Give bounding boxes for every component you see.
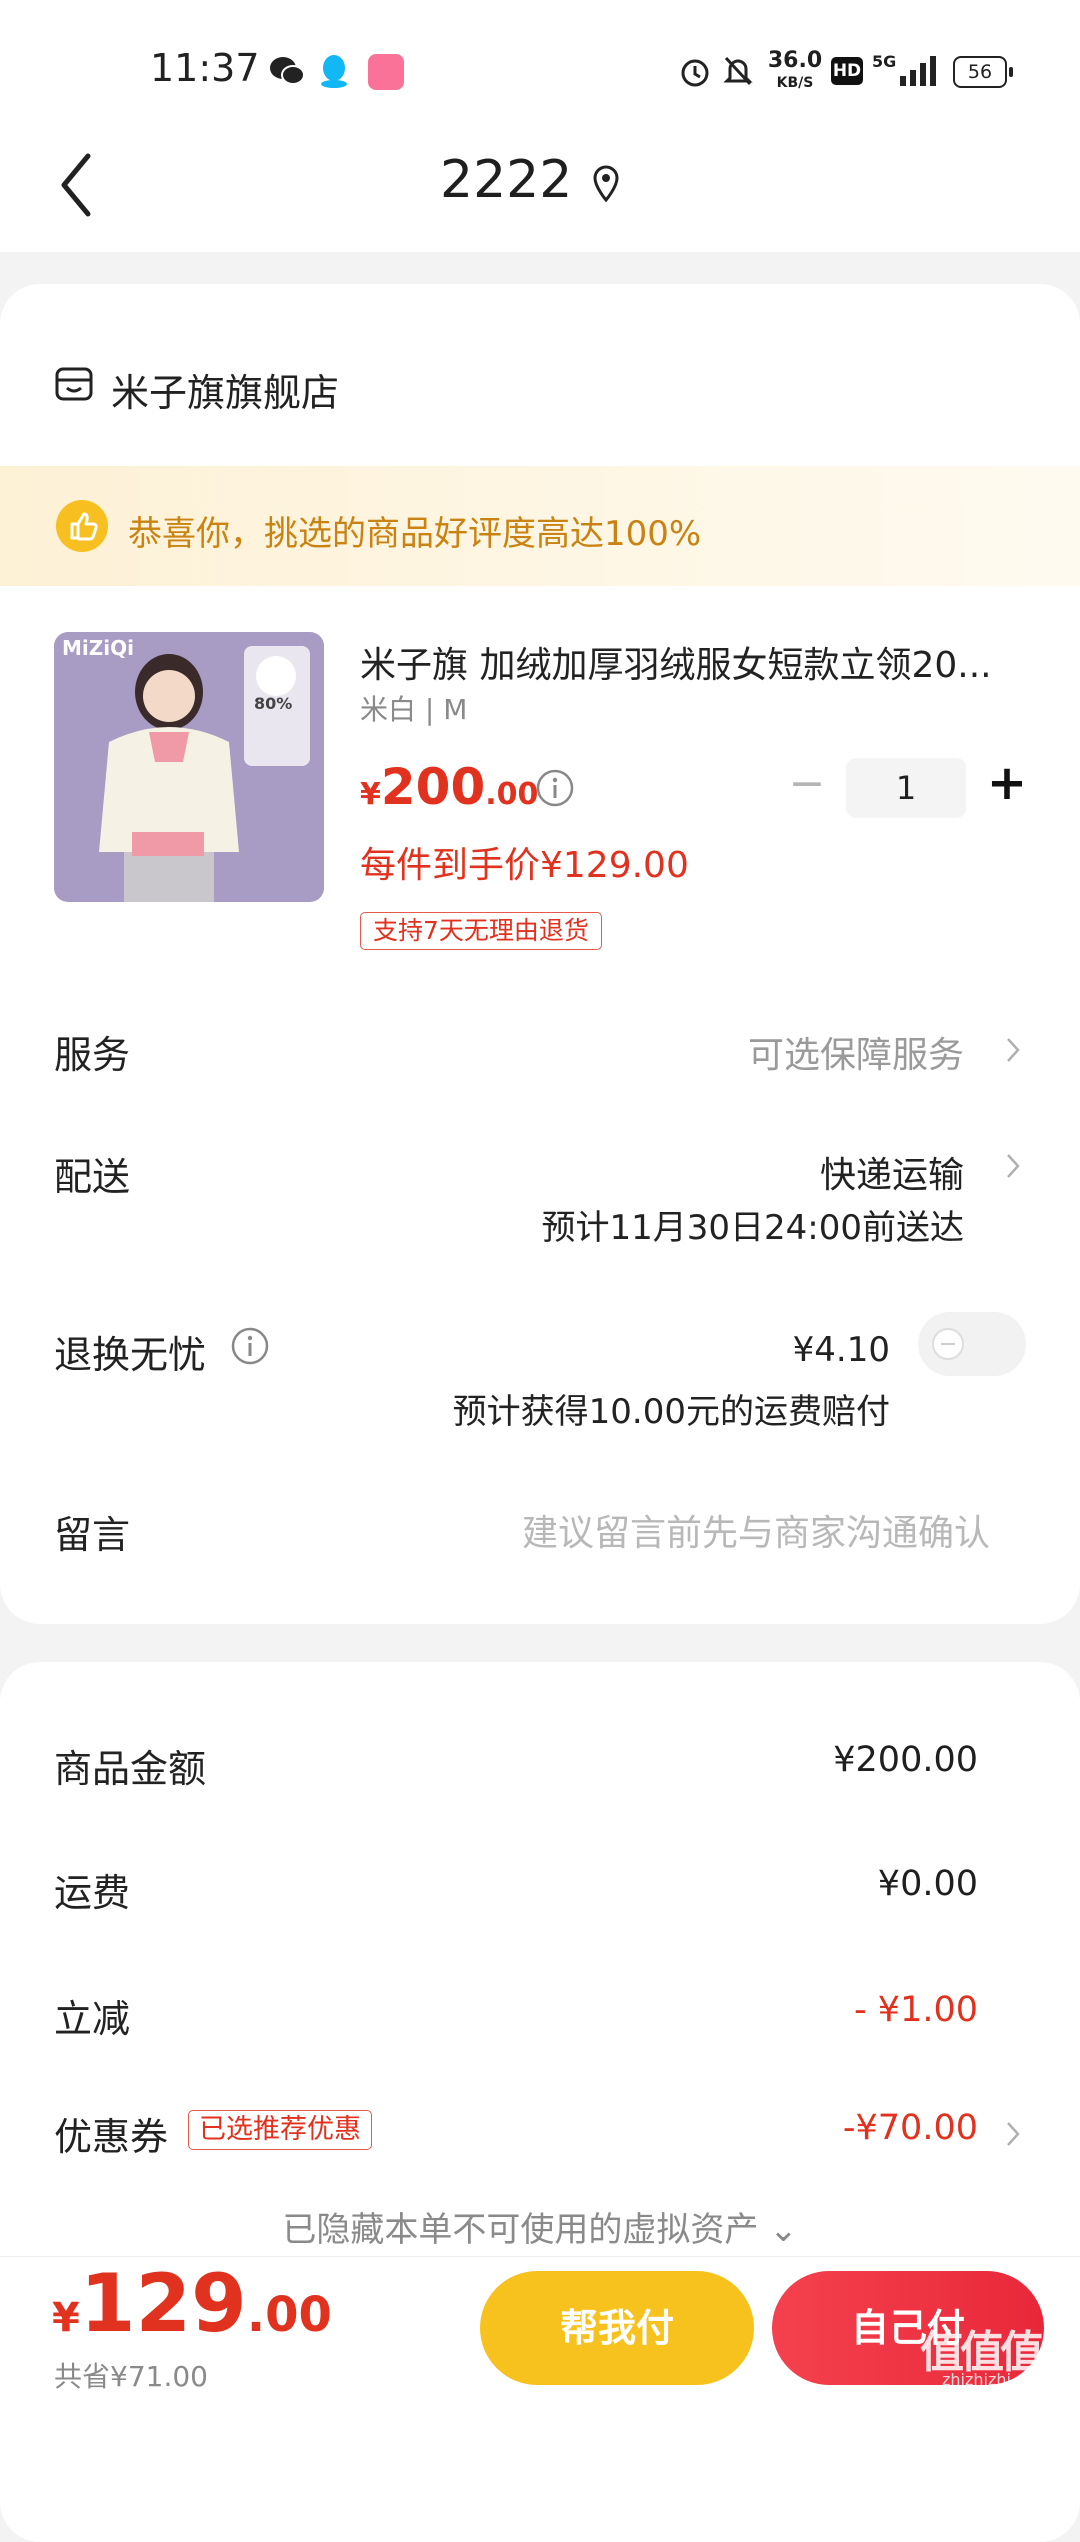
promo-text: 恭喜你，挑选的商品好评度高达100% xyxy=(128,514,702,554)
network-type: 5G xyxy=(872,52,897,71)
discount-label: 立减 xyxy=(54,1997,131,2041)
delivery-label: 配送 xyxy=(54,1155,131,1199)
coupon-recommended-badge: 已选推荐优惠 xyxy=(188,2110,372,2150)
quantity-input[interactable]: 1 xyxy=(846,758,966,818)
checkout-bar: ¥129.00 共省¥71.00 帮我付 自己付 xyxy=(0,2256,1080,2401)
watermark-url: zhizhizhi.com xyxy=(942,2370,1051,2389)
chevron-right-icon[interactable] xyxy=(1005,1152,1021,1180)
signal-icon xyxy=(900,56,936,86)
quantity-increase-button[interactable]: + xyxy=(984,759,1030,807)
store-icon xyxy=(55,367,93,401)
final-price: 每件到手价¥129.00 xyxy=(360,845,689,886)
order-card: 米子旗旗舰店 恭喜你，挑选的商品好评度高达100% MiZiQi 80% 米子旗… xyxy=(0,284,1080,1624)
total-price: ¥129.00 xyxy=(52,2257,332,2350)
bilibili-icon xyxy=(368,54,404,90)
location-pin-icon[interactable] xyxy=(592,164,620,204)
goods-amount-value: ¥200.00 xyxy=(833,1740,978,1780)
hidden-assets-toggle[interactable]: 已隐藏本单不可使用的虚拟资产 ⌄ xyxy=(0,2202,1080,2251)
rating-promo-banner: 恭喜你，挑选的商品好评度高达100% xyxy=(0,466,1080,586)
help-me-pay-button[interactable]: 帮我付 xyxy=(480,2271,754,2385)
wechat-icon xyxy=(270,57,305,85)
message-label: 留言 xyxy=(54,1513,131,1557)
hd-badge: HD xyxy=(831,57,863,85)
coupon-value[interactable]: -¥70.00 xyxy=(843,2108,978,2148)
network-speed: 36.0 KB/S xyxy=(767,48,823,92)
delivery-eta: 预计11月30日24:00前送达 xyxy=(541,1208,964,1248)
worry-free-price: ¥4.10 xyxy=(792,1330,890,1370)
info-icon[interactable] xyxy=(230,1326,270,1366)
shipping-label: 运费 xyxy=(54,1871,131,1915)
product-image-brand: MiZiQi xyxy=(62,636,134,660)
quantity-decrease-button[interactable]: − xyxy=(786,762,828,806)
product-price: ¥200.00 xyxy=(360,758,539,816)
address-title[interactable]: 2222 xyxy=(440,150,572,210)
product-image-tag: 80% xyxy=(254,694,293,713)
mute-bell-icon xyxy=(723,56,753,86)
info-icon[interactable] xyxy=(535,768,575,808)
worry-free-return-label: 退换无忧 xyxy=(54,1333,207,1377)
store-name[interactable]: 米子旗旗舰店 xyxy=(111,362,339,417)
services-label: 服务 xyxy=(54,1033,131,1077)
total-saved: 共省¥71.00 xyxy=(54,2360,208,2393)
alarm-icon xyxy=(681,59,709,87)
thumbs-up-icon xyxy=(56,500,108,552)
price-summary-card: 商品金额 ¥200.00 运费 ¥0.00 立减 - ¥1.00 优惠券 已选推… xyxy=(0,1662,1080,2542)
back-arrow-icon[interactable] xyxy=(56,150,96,220)
delivery-method[interactable]: 快递运输 xyxy=(820,1146,964,1198)
discount-value: - ¥1.00 xyxy=(854,1990,978,2030)
battery-icon: 56 xyxy=(953,56,1013,88)
chevron-right-icon[interactable] xyxy=(1005,2120,1021,2148)
return-policy-badge: 支持7天无理由退货 xyxy=(360,912,602,950)
shipping-value: ¥0.00 xyxy=(877,1864,978,1904)
header: 2222 xyxy=(0,120,1080,252)
services-option[interactable]: 可选保障服务 xyxy=(748,1026,964,1078)
coupon-label: 优惠券 xyxy=(54,2115,169,2159)
status-bar: 11:37 36.0 KB/S HD 5G 56 xyxy=(0,0,1080,120)
qq-icon xyxy=(321,55,347,88)
worry-free-toggle[interactable] xyxy=(918,1312,1026,1376)
product-title[interactable]: 米子旗 加绒加厚羽绒服女短款立领20... xyxy=(360,636,1040,688)
product-spec[interactable]: 米白 | M xyxy=(360,688,467,728)
worry-free-note: 预计获得10.00元的运费赔付 xyxy=(452,1392,890,1432)
message-input[interactable]: 建议留言前先与商家沟通确认 xyxy=(430,1504,990,1556)
goods-amount-label: 商品金额 xyxy=(54,1747,207,1791)
status-time: 11:37 xyxy=(150,46,260,90)
chevron-right-icon[interactable] xyxy=(1005,1036,1021,1064)
product-image[interactable]: MiZiQi 80% xyxy=(54,632,324,902)
